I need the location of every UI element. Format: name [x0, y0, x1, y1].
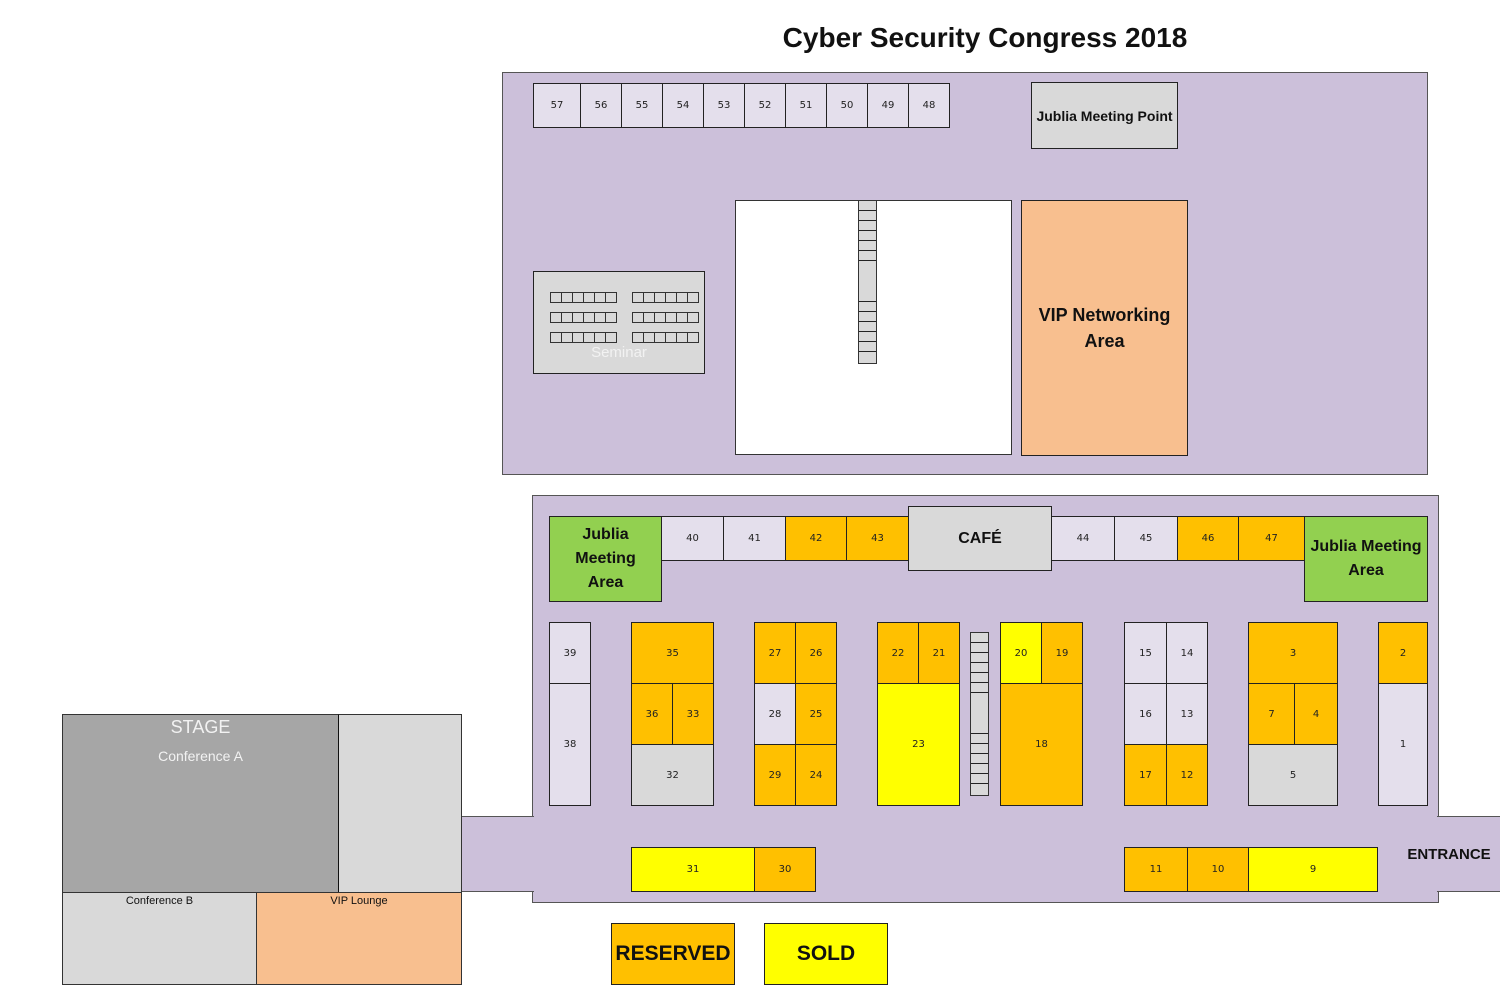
- booth-1[interactable]: 1: [1378, 683, 1428, 806]
- staircase-icon: [858, 200, 877, 364]
- booth-25[interactable]: 25: [795, 683, 837, 745]
- legend-sold: SOLD: [764, 923, 888, 985]
- booth-55[interactable]: 55: [621, 83, 663, 128]
- entrance-label: ENTRANCE: [1407, 845, 1491, 863]
- conference-a-label: Conference A: [158, 748, 243, 764]
- seminar-seats: [550, 332, 617, 343]
- jublia-meeting-area-right[interactable]: Jublia Meeting Area: [1304, 516, 1428, 602]
- booth-13[interactable]: 13: [1166, 683, 1208, 745]
- booth-57[interactable]: 57: [533, 83, 581, 128]
- booth-36[interactable]: 36: [631, 683, 673, 745]
- jublia-meeting-area-left[interactable]: Jublia Meeting Area: [549, 516, 662, 602]
- upper-hall: 57 56 55 54 53 52 51 50 49 48 Jublia Mee…: [502, 72, 1428, 475]
- booth-27[interactable]: 27: [754, 622, 796, 684]
- legend-reserved: RESERVED: [611, 923, 735, 985]
- conference-side-room: [338, 714, 462, 893]
- conference-b[interactable]: Conference B: [62, 892, 257, 985]
- booth-28[interactable]: 28: [754, 683, 796, 745]
- booth-24[interactable]: 24: [795, 744, 837, 806]
- booth-44[interactable]: 44: [1051, 516, 1115, 561]
- booth-46[interactable]: 46: [1177, 516, 1239, 561]
- booth-18[interactable]: 18: [1000, 683, 1083, 806]
- seminar-room[interactable]: Seminar: [533, 271, 705, 374]
- booth-56[interactable]: 56: [580, 83, 622, 128]
- staircase-icon: [970, 632, 989, 796]
- booth-54[interactable]: 54: [662, 83, 704, 128]
- booth-31[interactable]: 31: [631, 847, 755, 892]
- seminar-seats: [632, 292, 699, 303]
- booth-4[interactable]: 4: [1294, 683, 1338, 745]
- booth-30[interactable]: 30: [754, 847, 816, 892]
- booth-48[interactable]: 48: [908, 83, 950, 128]
- cafe[interactable]: CAFÉ: [908, 506, 1052, 571]
- booth-21[interactable]: 21: [918, 622, 960, 684]
- booth-29[interactable]: 29: [754, 744, 796, 806]
- booth-9[interactable]: 9: [1248, 847, 1378, 892]
- booth-49[interactable]: 49: [867, 83, 909, 128]
- booth-7[interactable]: 7: [1248, 683, 1295, 745]
- booth-5[interactable]: 5: [1248, 744, 1338, 806]
- booth-45[interactable]: 45: [1114, 516, 1178, 561]
- booth-3[interactable]: 3: [1248, 622, 1338, 684]
- booth-38[interactable]: 38: [549, 683, 591, 806]
- booth-53[interactable]: 53: [703, 83, 745, 128]
- conference-b-label: Conference B: [125, 895, 194, 907]
- vip-networking-area[interactable]: VIP Networking Area: [1021, 200, 1188, 456]
- booth-row-top: 57 56 55 54 53 52 51 50 49 48: [533, 83, 950, 128]
- booth-33[interactable]: 33: [672, 683, 714, 745]
- booth-51[interactable]: 51: [785, 83, 827, 128]
- jublia-meeting-point[interactable]: Jublia Meeting Point: [1031, 82, 1178, 149]
- corridor-west-fill: [530, 817, 536, 891]
- open-space: [735, 200, 1012, 455]
- seminar-seats: [550, 312, 617, 323]
- booth-22[interactable]: 22: [877, 622, 919, 684]
- booth-19[interactable]: 19: [1041, 622, 1083, 684]
- booth-11[interactable]: 11: [1124, 847, 1188, 892]
- seminar-seats: [632, 312, 699, 323]
- booth-50[interactable]: 50: [826, 83, 868, 128]
- booth-10[interactable]: 10: [1187, 847, 1249, 892]
- corridor-west: [461, 816, 534, 892]
- booth-20[interactable]: 20: [1000, 622, 1042, 684]
- booth-2[interactable]: 2: [1378, 622, 1428, 684]
- stage-conference-a[interactable]: STAGE Conference A: [62, 714, 339, 893]
- booth-41[interactable]: 41: [723, 516, 786, 561]
- booth-26[interactable]: 26: [795, 622, 837, 684]
- booth-43[interactable]: 43: [846, 516, 909, 561]
- seminar-seats: [550, 292, 617, 303]
- booth-14[interactable]: 14: [1166, 622, 1208, 684]
- seminar-seats: [632, 332, 699, 343]
- stage-label: STAGE: [170, 717, 231, 737]
- booth-52[interactable]: 52: [744, 83, 786, 128]
- booth-35[interactable]: 35: [631, 622, 714, 684]
- vip-lounge-label: VIP Lounge: [330, 895, 388, 907]
- booth-17[interactable]: 17: [1124, 744, 1167, 806]
- booth-16[interactable]: 16: [1124, 683, 1167, 745]
- booth-32[interactable]: 32: [631, 744, 714, 806]
- booth-40[interactable]: 40: [661, 516, 724, 561]
- booth-12[interactable]: 12: [1166, 744, 1208, 806]
- booth-23[interactable]: 23: [877, 683, 960, 806]
- booth-15[interactable]: 15: [1124, 622, 1167, 684]
- vip-lounge[interactable]: VIP Lounge: [256, 892, 462, 985]
- booth-42[interactable]: 42: [785, 516, 847, 561]
- seminar-label: Seminar: [591, 344, 647, 361]
- booth-39[interactable]: 39: [549, 622, 591, 684]
- booth-47[interactable]: 47: [1238, 516, 1305, 561]
- page-title: Cyber Security Congress 2018: [782, 22, 1188, 53]
